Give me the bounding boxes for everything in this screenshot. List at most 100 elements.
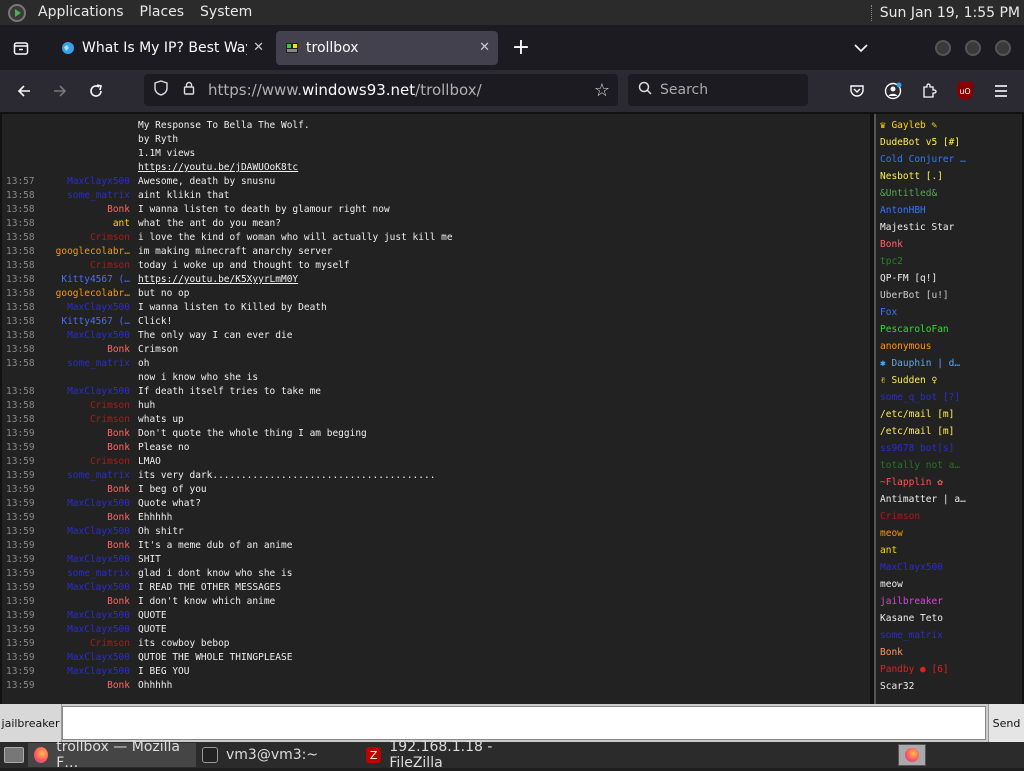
- message-nick[interactable]: MaxClayx500: [42, 581, 130, 595]
- user-list-item[interactable]: &Untitled&: [880, 185, 1020, 202]
- applications-menu[interactable]: Applications: [30, 0, 132, 25]
- message-nick[interactable]: MaxClayx500: [42, 651, 130, 665]
- message-nick[interactable]: Bonk: [42, 441, 130, 455]
- message-nick[interactable]: MaxClayx500: [42, 497, 130, 511]
- user-list-item[interactable]: Crimson: [880, 508, 1020, 525]
- message-nick[interactable]: Kitty4567 (…: [42, 273, 130, 287]
- user-list-item[interactable]: Pandby ● [6]: [880, 661, 1020, 678]
- message-nick[interactable]: Bonk: [42, 595, 130, 609]
- message-nick[interactable]: Bonk: [42, 427, 130, 441]
- reload-icon[interactable]: [81, 76, 111, 106]
- user-list-item[interactable]: anonymous: [880, 338, 1020, 355]
- user-list-item[interactable]: ✱ Dauphin | d…: [880, 355, 1020, 372]
- user-list-item[interactable]: Bonk: [880, 644, 1020, 661]
- bookmark-star-icon[interactable]: ☆: [594, 80, 610, 101]
- tab-overview-icon[interactable]: [6, 33, 36, 63]
- message-nick[interactable]: ant: [42, 217, 130, 231]
- message-nick[interactable]: MaxClayx500: [42, 623, 130, 637]
- message-nick[interactable]: MaxClayx500: [42, 301, 130, 315]
- user-list-item[interactable]: UberBot [u!]: [880, 287, 1020, 304]
- tab-whatismyip[interactable]: What Is My IP? Best Way To ✕: [52, 31, 272, 65]
- close-tab-icon[interactable]: ✕: [479, 40, 490, 55]
- list-all-tabs-icon[interactable]: [846, 33, 876, 63]
- message-nick[interactable]: Crimson: [42, 455, 130, 469]
- message-link[interactable]: https://youtu.be/jDAWUOoK8tc: [138, 161, 298, 175]
- message-nick[interactable]: Crimson: [42, 259, 130, 273]
- message-nick[interactable]: googlecolabr…: [42, 287, 130, 301]
- message-nick[interactable]: some_matrix: [42, 357, 130, 371]
- user-list-item[interactable]: totally not a…: [880, 457, 1020, 474]
- message-nick[interactable]: some_matrix: [42, 469, 130, 483]
- lock-icon[interactable]: [178, 81, 200, 99]
- message-nick[interactable]: MaxClayx500: [42, 329, 130, 343]
- user-list-item[interactable]: ✌ Sudden ♀: [880, 372, 1020, 389]
- back-arrow-icon[interactable]: [9, 76, 39, 106]
- message-nick[interactable]: MaxClayx500: [42, 609, 130, 623]
- message-nick[interactable]: Crimson: [42, 413, 130, 427]
- pocket-icon[interactable]: [842, 76, 872, 106]
- places-menu[interactable]: Places: [132, 0, 193, 25]
- taskbar-firefox[interactable]: trollbox — Mozilla F…: [28, 739, 196, 771]
- message-link[interactable]: https://youtu.be/K5XyyrLmM0Y: [138, 273, 298, 287]
- message-nick[interactable]: MaxClayx500: [42, 553, 130, 567]
- forward-arrow-icon[interactable]: [45, 76, 75, 106]
- user-list-item[interactable]: ant: [880, 542, 1020, 559]
- user-list-item[interactable]: Majestic Star: [880, 219, 1020, 236]
- message-nick[interactable]: Bonk: [42, 539, 130, 553]
- tab-trollbox[interactable]: trollbox ✕: [276, 30, 498, 65]
- taskbar-filezilla[interactable]: Z 192.168.1.18 - FileZilla: [360, 739, 550, 771]
- search-bar[interactable]: Search: [628, 74, 808, 106]
- nickname-button[interactable]: jailbreaker: [0, 704, 62, 742]
- send-button[interactable]: Send: [988, 704, 1024, 742]
- panel-clock[interactable]: Sun Jan 19, 1:55 PM: [880, 5, 1024, 21]
- user-list-item[interactable]: Nesbott [.]: [880, 168, 1020, 185]
- user-list-item[interactable]: meow: [880, 576, 1020, 593]
- message-input[interactable]: [62, 706, 986, 740]
- user-list-item[interactable]: Kasane Teto: [880, 610, 1020, 627]
- message-nick[interactable]: Bonk: [42, 483, 130, 497]
- user-list-item[interactable]: MaxClayx500: [880, 559, 1020, 576]
- system-menu[interactable]: System: [192, 0, 260, 25]
- message-nick[interactable]: Crimson: [42, 231, 130, 245]
- user-list-item[interactable]: some_q_bot [?]: [880, 389, 1020, 406]
- shield-icon[interactable]: [150, 80, 172, 100]
- message-nick[interactable]: Bonk: [42, 203, 130, 217]
- user-list-item[interactable]: Antimatter | a…: [880, 491, 1020, 508]
- user-list[interactable]: ♛ Gayleb ✎ DudeBot v5 [#] Cold Conjurer … N…: [874, 114, 1022, 704]
- url-bar[interactable]: https://www.windows93.net/trollbox/ ☆: [144, 74, 618, 106]
- user-list-item[interactable]: Fox: [880, 304, 1020, 321]
- user-list-item[interactable]: meow: [880, 525, 1020, 542]
- message-nick[interactable]: some_matrix: [42, 189, 130, 203]
- message-nick[interactable]: MaxClayx500: [42, 525, 130, 539]
- message-nick[interactable]: MaxClayx500: [42, 385, 130, 399]
- message-nick[interactable]: MaxClayx500: [42, 175, 130, 189]
- user-list-item[interactable]: AntonHBH: [880, 202, 1020, 219]
- minimize-button[interactable]: [935, 39, 951, 56]
- ublock-origin-icon[interactable]: uO: [950, 76, 980, 106]
- message-nick[interactable]: Bonk: [42, 511, 130, 525]
- user-list-item[interactable]: ss9678 bot[s]: [880, 440, 1020, 457]
- distro-logo-icon[interactable]: [8, 3, 26, 22]
- extensions-icon[interactable]: [914, 76, 944, 106]
- message-nick[interactable]: some_matrix: [42, 567, 130, 581]
- user-list-item[interactable]: some_matrix: [880, 627, 1020, 644]
- new-tab-button[interactable]: +: [506, 33, 536, 63]
- menu-hamburger-icon[interactable]: [986, 76, 1016, 106]
- message-nick[interactable]: Bonk: [42, 679, 130, 693]
- user-list-item[interactable]: ♛ Gayleb ✎: [880, 117, 1020, 134]
- user-list-item[interactable]: jailbreaker: [880, 593, 1020, 610]
- show-desktop-button[interactable]: [0, 743, 28, 767]
- user-list-item[interactable]: /etc/mail [m]: [880, 406, 1020, 423]
- taskbar-terminal[interactable]: vm3@vm3:~: [196, 743, 360, 767]
- user-list-item[interactable]: ~Flapplin ✿: [880, 474, 1020, 491]
- user-list-item[interactable]: PescaroloFan: [880, 321, 1020, 338]
- close-window-button[interactable]: [995, 39, 1011, 56]
- user-list-item[interactable]: Scar32: [880, 678, 1020, 695]
- close-tab-icon[interactable]: ✕: [253, 40, 264, 55]
- maximize-button[interactable]: [965, 39, 981, 56]
- user-list-item[interactable]: tpc2: [880, 253, 1020, 270]
- user-list-item[interactable]: Bonk: [880, 236, 1020, 253]
- user-list-item[interactable]: /etc/mail [m]: [880, 423, 1020, 440]
- user-list-item[interactable]: DudeBot v5 [#]: [880, 134, 1020, 151]
- message-nick[interactable]: MaxClayx500: [42, 665, 130, 679]
